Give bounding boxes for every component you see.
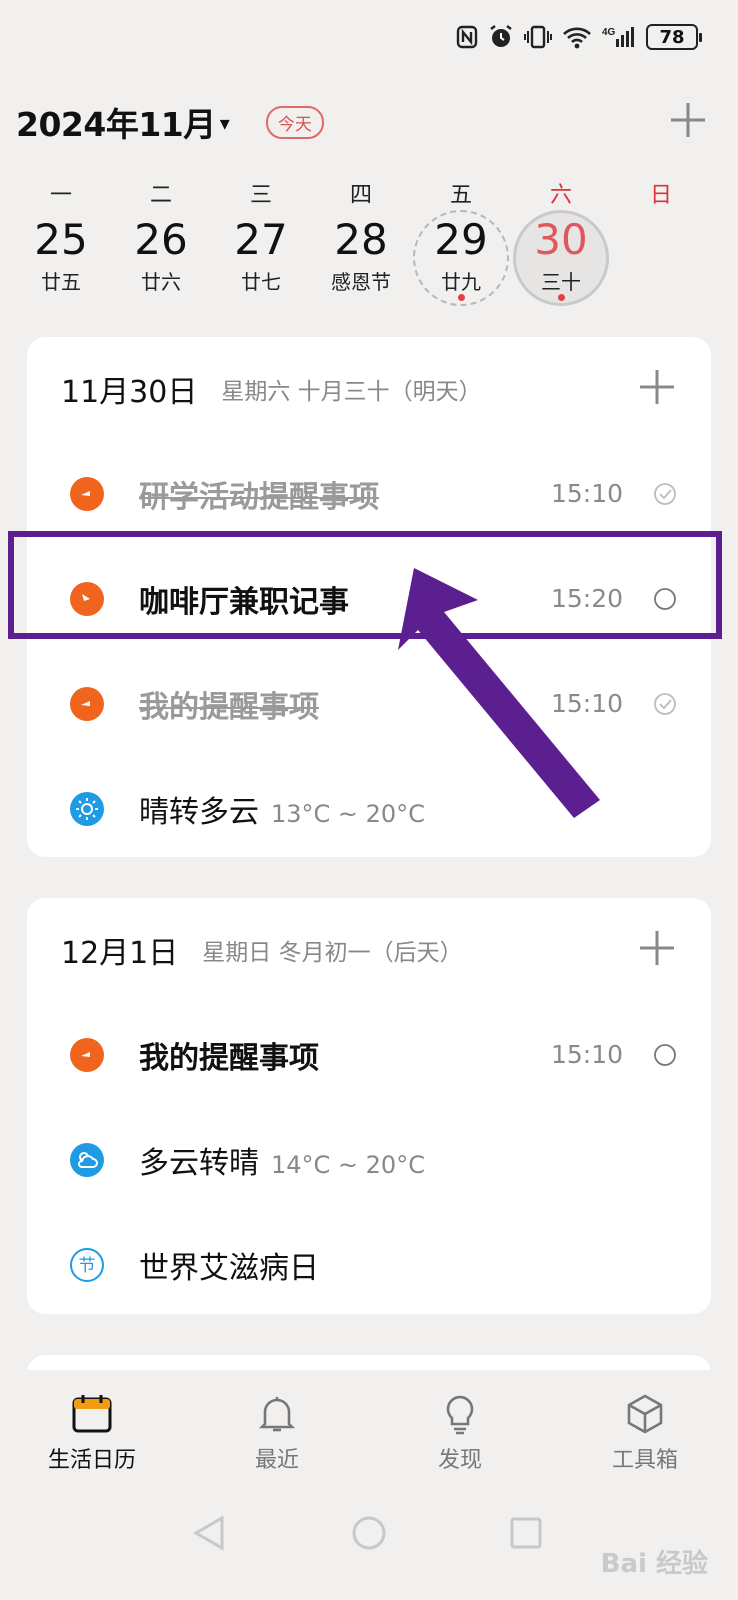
card-date: 12月1日 bbox=[61, 936, 179, 971]
sun-icon bbox=[70, 791, 104, 826]
back-icon[interactable] bbox=[192, 1515, 224, 1551]
add-event-icon[interactable] bbox=[637, 928, 677, 968]
check-done-icon[interactable] bbox=[653, 692, 677, 716]
calendar-header: 2024年11月 ▾ 今天 bbox=[16, 98, 708, 146]
nav-item-calendar[interactable]: 生活日历 bbox=[32, 1392, 152, 1474]
event-dot bbox=[558, 294, 565, 301]
lunar-label: 廿六 bbox=[141, 270, 181, 294]
check-done-icon[interactable] bbox=[653, 482, 677, 506]
day-cell[interactable]: 三 27 廿七 bbox=[211, 180, 311, 320]
reminder-icon bbox=[70, 476, 104, 511]
weekday-label: 三 bbox=[249, 183, 272, 208]
reminder-icon bbox=[70, 686, 104, 721]
event-title: 我的提醒事项 bbox=[139, 1040, 319, 1076]
festival-glyph: 节 bbox=[79, 1256, 96, 1276]
list-item[interactable]: 我的提醒事项 15:10 bbox=[27, 651, 711, 756]
add-event-icon[interactable] bbox=[637, 367, 677, 407]
weekday-label: 五 bbox=[449, 183, 472, 208]
event-dot bbox=[458, 294, 465, 301]
day-number: 26 bbox=[134, 215, 188, 264]
event-time: 15:10 bbox=[550, 689, 623, 718]
recents-icon[interactable] bbox=[510, 1517, 542, 1549]
weather-temp: 13°C ~ 20°C bbox=[271, 799, 425, 828]
day-cell-selected[interactable]: 六 30 三十 bbox=[511, 180, 611, 320]
day-number: 28 bbox=[334, 215, 388, 264]
card-header: 12月1日 星期日 冬月初一（后天） bbox=[27, 898, 711, 1002]
list-item[interactable]: 我的提醒事项 15:10 bbox=[27, 1002, 711, 1107]
card-date: 11月30日 bbox=[61, 375, 198, 410]
battery-indicator: 78 bbox=[646, 24, 702, 50]
event-time: 15:10 bbox=[550, 1040, 623, 1069]
lunar-label: 廿七 bbox=[241, 270, 281, 294]
bulb-icon bbox=[446, 1395, 474, 1435]
signal-icon: 4G bbox=[602, 27, 634, 47]
weekday-label: 一 bbox=[49, 183, 72, 208]
month-selector[interactable]: 2024年11月 bbox=[16, 98, 216, 146]
highlight-box bbox=[8, 531, 722, 639]
event-time: 15:10 bbox=[550, 479, 623, 508]
lunar-label: 三十 bbox=[541, 270, 581, 294]
watermark-logo: Bai 经验 bbox=[600, 1549, 708, 1579]
circle-unchecked-icon[interactable] bbox=[653, 1043, 677, 1067]
nav-item-toolbox[interactable]: 工具箱 bbox=[585, 1392, 705, 1474]
day-number: 29 bbox=[434, 215, 488, 264]
event-title: 研学活动提醒事项 bbox=[139, 479, 379, 515]
vibrate-icon bbox=[524, 25, 552, 49]
alarm-icon bbox=[490, 25, 512, 47]
cloud-sun-icon bbox=[70, 1142, 104, 1177]
day-cell[interactable]: 一 25 廿五 bbox=[11, 180, 111, 320]
weather-temp: 14°C ~ 20°C bbox=[271, 1150, 425, 1179]
card-header: 11月30日 星期六 十月三十（明天） bbox=[27, 337, 711, 441]
weekday-label: 六 bbox=[549, 183, 572, 208]
weather-desc: 晴转多云 bbox=[139, 794, 259, 830]
nav-label: 生活日历 bbox=[47, 1448, 136, 1473]
week-strip: 一 25 廿五 二 26 廿六 三 27 廿七 四 28 感恩节 五 29 廿九… bbox=[11, 180, 711, 320]
weather-text: 晴转多云 13°C ~ 20°C bbox=[139, 787, 425, 831]
wifi-icon bbox=[563, 27, 591, 49]
festival-row[interactable]: 节 世界艾滋病日 bbox=[27, 1212, 711, 1317]
status-bar: 4G 78 bbox=[456, 20, 702, 54]
weather-desc: 多云转晴 bbox=[139, 1145, 259, 1181]
day-card: 12月1日 星期日 冬月初一（后天） 我的提醒事项 15:10 多云转晴 14°… bbox=[27, 898, 711, 1314]
lunar-label: 感恩节 bbox=[331, 270, 391, 294]
reminder-icon bbox=[70, 1037, 104, 1072]
weekday-label: 四 bbox=[349, 183, 372, 208]
nav-label: 发现 bbox=[437, 1448, 482, 1473]
event-title: 我的提醒事项 bbox=[139, 689, 319, 725]
nfc-icon bbox=[456, 25, 478, 49]
festival-icon: 节 bbox=[70, 1247, 104, 1282]
day-number: 30 bbox=[534, 215, 588, 264]
bell-icon bbox=[258, 1397, 296, 1432]
add-event-icon[interactable] bbox=[668, 100, 708, 140]
home-icon[interactable] bbox=[352, 1516, 386, 1550]
weekday-label: 二 bbox=[149, 183, 172, 208]
day-number: 25 bbox=[34, 215, 88, 264]
weather-row[interactable]: 晴转多云 13°C ~ 20°C bbox=[27, 756, 711, 861]
nav-label: 工具箱 bbox=[611, 1448, 678, 1473]
weather-row[interactable]: 多云转晴 14°C ~ 20°C bbox=[27, 1107, 711, 1212]
lunar-label: 廿九 bbox=[441, 270, 481, 294]
day-cell[interactable]: 日 bbox=[611, 180, 711, 320]
bottom-navigation: 生活日历 最近 发现 工具箱 Bai 经验 bbox=[0, 1370, 738, 1600]
weekday-label: 日 bbox=[649, 183, 672, 208]
day-number: 27 bbox=[234, 215, 288, 264]
card-meta: 星期日 冬月初一（后天） bbox=[202, 940, 463, 966]
day-cell[interactable]: 四 28 感恩节 bbox=[311, 180, 411, 320]
caret-down-icon[interactable]: ▾ bbox=[220, 111, 230, 135]
nav-item-discover[interactable]: 发现 bbox=[400, 1392, 520, 1474]
nav-label: 最近 bbox=[254, 1448, 299, 1473]
network-type: 4G bbox=[602, 27, 616, 38]
day-cell-today[interactable]: 五 29 廿九 bbox=[411, 180, 511, 320]
nav-item-recent[interactable]: 最近 bbox=[217, 1392, 337, 1474]
festival-title: 世界艾滋病日 bbox=[139, 1250, 319, 1286]
card-meta: 星期六 十月三十（明天） bbox=[221, 379, 482, 405]
weather-text: 多云转晴 14°C ~ 20°C bbox=[139, 1138, 425, 1182]
calendar-icon bbox=[72, 1395, 112, 1433]
cube-icon bbox=[627, 1394, 663, 1434]
today-button[interactable]: 今天 bbox=[265, 105, 324, 139]
day-cell[interactable]: 二 26 廿六 bbox=[111, 180, 211, 320]
lunar-label: 廿五 bbox=[41, 270, 81, 294]
